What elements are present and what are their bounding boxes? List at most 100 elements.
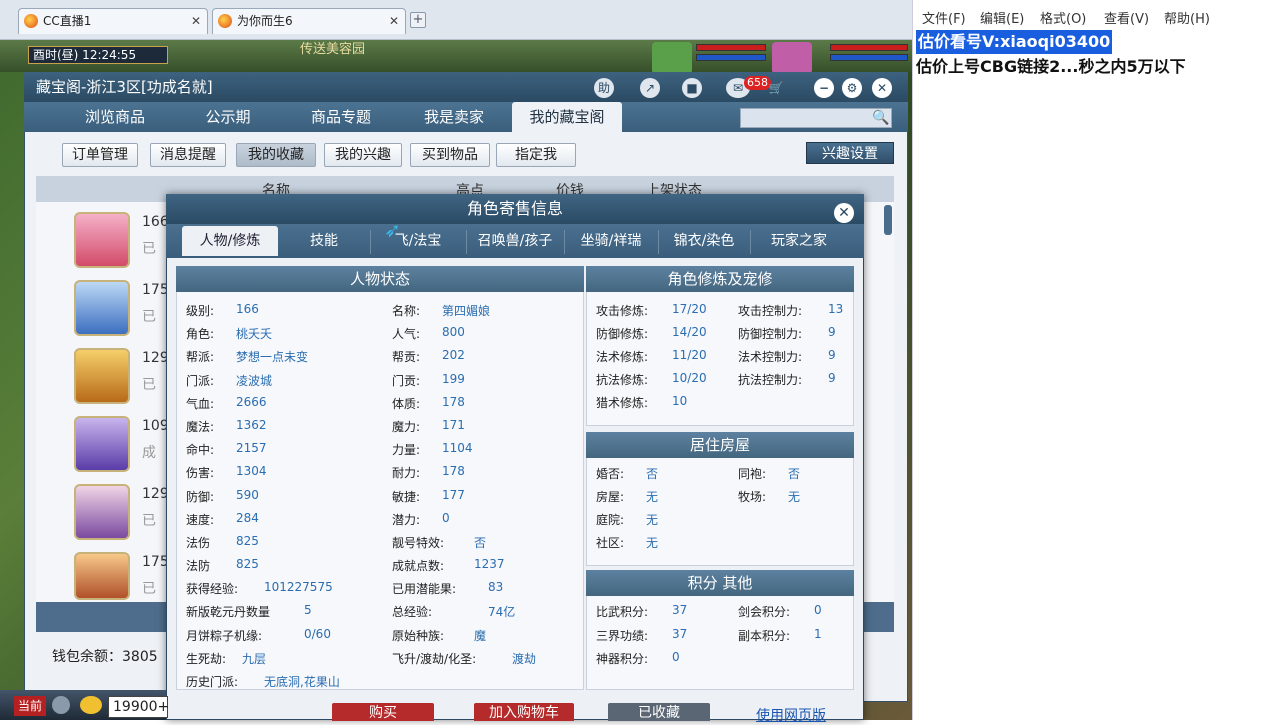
stat-value: 101227575 (264, 580, 333, 594)
score-title: 积分 其他 (586, 570, 854, 596)
menu-format[interactable]: 格式(O) (1040, 8, 1086, 27)
player-mp-bar (830, 54, 908, 61)
cart-icon[interactable]: 🛒 (766, 78, 786, 98)
stat-label: 飞升/渡劫/化圣: (392, 652, 477, 666)
tab-character[interactable]: 人物/修炼 (182, 226, 278, 256)
avatar[interactable] (74, 552, 130, 600)
score-label: 剑会积分: (738, 605, 791, 619)
search-icon[interactable]: 🔍 (872, 110, 889, 126)
cultivation-label: 猎术修炼: (596, 396, 649, 410)
stat-value: 825 (236, 534, 259, 548)
avatar[interactable] (74, 484, 130, 540)
stat-label: 潜力: (392, 513, 421, 527)
stat-label: 成就点数: (392, 559, 445, 573)
search-input[interactable] (740, 108, 892, 128)
stat-value: 九层 (242, 652, 267, 666)
row-status: 已 (142, 581, 156, 597)
favorited-button[interactable]: 已收藏 (608, 703, 710, 721)
cultivation-value: 9 (828, 348, 836, 362)
notepad-line-1[interactable]: 估价看号V:xiaoqi03400 (916, 30, 1113, 54)
tab-public[interactable]: 公示期 (176, 102, 280, 132)
player-portrait[interactable] (772, 42, 812, 74)
stat-label: 法防 (186, 559, 211, 573)
score-value: 37 (672, 627, 688, 641)
list-scrollbar[interactable] (884, 205, 892, 235)
minimize-icon[interactable]: − (814, 78, 834, 98)
close-icon[interactable]: ✕ (191, 9, 201, 33)
avatar[interactable] (74, 280, 130, 336)
microphone-icon[interactable] (52, 696, 70, 714)
tab-mount[interactable]: 坐骑/祥瑞 (566, 226, 656, 256)
tab-summon[interactable]: 召唤兽/孩子 (468, 226, 562, 256)
buy-button[interactable]: 购买 (332, 703, 434, 721)
browser-tab-1[interactable]: CC直播1 ✕ (18, 8, 208, 34)
menu-help[interactable]: 帮助(H) (1164, 8, 1214, 27)
cultivation-label: 法术修炼: (596, 350, 649, 364)
message-remind-button[interactable]: 消息提醒 (150, 143, 226, 167)
browser-tab-label: CC直播1 (43, 14, 92, 28)
new-tab-button[interactable]: + (410, 12, 426, 28)
assigned-me-button[interactable]: 指定我 (496, 143, 576, 167)
notepad-line-2[interactable]: 估价上号CBG链接2...秒之内5万以下 (916, 56, 1186, 78)
tab-topics[interactable]: 商品专题 (286, 102, 396, 132)
avatar[interactable] (74, 416, 130, 472)
tab-browse[interactable]: 浏览商品 (60, 102, 170, 132)
stat-value: 凌波城 (236, 374, 273, 388)
gear-icon[interactable]: ⚙ (842, 78, 862, 98)
house-label: 庭院: (596, 513, 625, 527)
tab-outfit[interactable]: 锦衣/染色 (660, 226, 748, 256)
tab-my-cbg[interactable]: 我的藏宝阁 (512, 102, 622, 132)
stat-label: 速度: (186, 513, 215, 527)
bought-items-button[interactable]: 买到物品 (410, 143, 490, 167)
menu-file[interactable]: 文件(F) (922, 8, 966, 27)
wallet-balance: 钱包余额：3805 (52, 649, 158, 665)
order-manage-button[interactable]: 订单管理 (62, 143, 138, 167)
house-label: 房屋: (596, 490, 625, 504)
stat-value: 199 (442, 372, 465, 386)
stat-label: 名称: (392, 304, 421, 318)
tab-home[interactable]: 玩家之家 (752, 226, 846, 256)
share-icon[interactable]: ↗ (640, 78, 660, 98)
close-icon[interactable]: ✕ (872, 78, 892, 98)
status-title: 人物状态 (176, 266, 584, 292)
stat-value: 魔 (474, 629, 487, 643)
score-label: 三界功绩: (596, 629, 649, 643)
avatar[interactable] (74, 348, 130, 404)
pet-mp-bar (696, 54, 766, 61)
interest-settings-button[interactable]: 兴趣设置 (806, 142, 894, 164)
close-icon[interactable]: ✕ (389, 9, 399, 33)
web-version-link[interactable]: 使用网页版 (756, 705, 826, 725)
house-title: 居住房屋 (586, 432, 854, 458)
score-value: 0 (814, 603, 822, 617)
stat-value: 178 (442, 464, 465, 478)
current-channel-button[interactable]: 当前 (14, 696, 46, 716)
stat-label: 原始种族: (392, 629, 445, 643)
score-label: 神器积分: (596, 652, 649, 666)
stop-icon[interactable]: ■ (682, 78, 702, 98)
stat-value: 2666 (236, 395, 267, 409)
cultivation-value: 10 (672, 394, 688, 408)
browser-tab-label: 为你而生6 (237, 14, 293, 28)
tab-separator (750, 230, 751, 254)
my-interest-button[interactable]: 我的兴趣 (324, 143, 402, 167)
menu-edit[interactable]: 编辑(E) (980, 8, 1024, 27)
tab-seller[interactable]: 我是卖家 (400, 102, 508, 132)
add-cart-button[interactable]: 加入购物车 (474, 703, 574, 721)
favicon-icon (218, 14, 232, 28)
close-icon[interactable]: ✕ (834, 203, 854, 223)
house-value: 无 (646, 513, 659, 527)
tab-separator (658, 230, 659, 254)
tab-skills[interactable]: 技能 (282, 226, 366, 256)
emoji-icon[interactable] (80, 696, 102, 714)
help-button[interactable]: 助 (594, 78, 614, 98)
pet-portrait[interactable] (652, 42, 692, 74)
avatar[interactable] (74, 212, 130, 268)
browser-tab-2[interactable]: 为你而生6 ✕ (212, 8, 406, 34)
cultivation-label: 抗法控制力: (738, 373, 803, 387)
stat-value: 800 (442, 325, 465, 339)
menu-view[interactable]: 查看(V) (1104, 8, 1149, 27)
my-favorites-button[interactable]: 我的收藏 (236, 143, 316, 167)
row-level: 129 (142, 350, 169, 366)
game-clock: 酉时(昼) 12:24:55 (28, 46, 168, 64)
row-level: 129 (142, 486, 169, 502)
